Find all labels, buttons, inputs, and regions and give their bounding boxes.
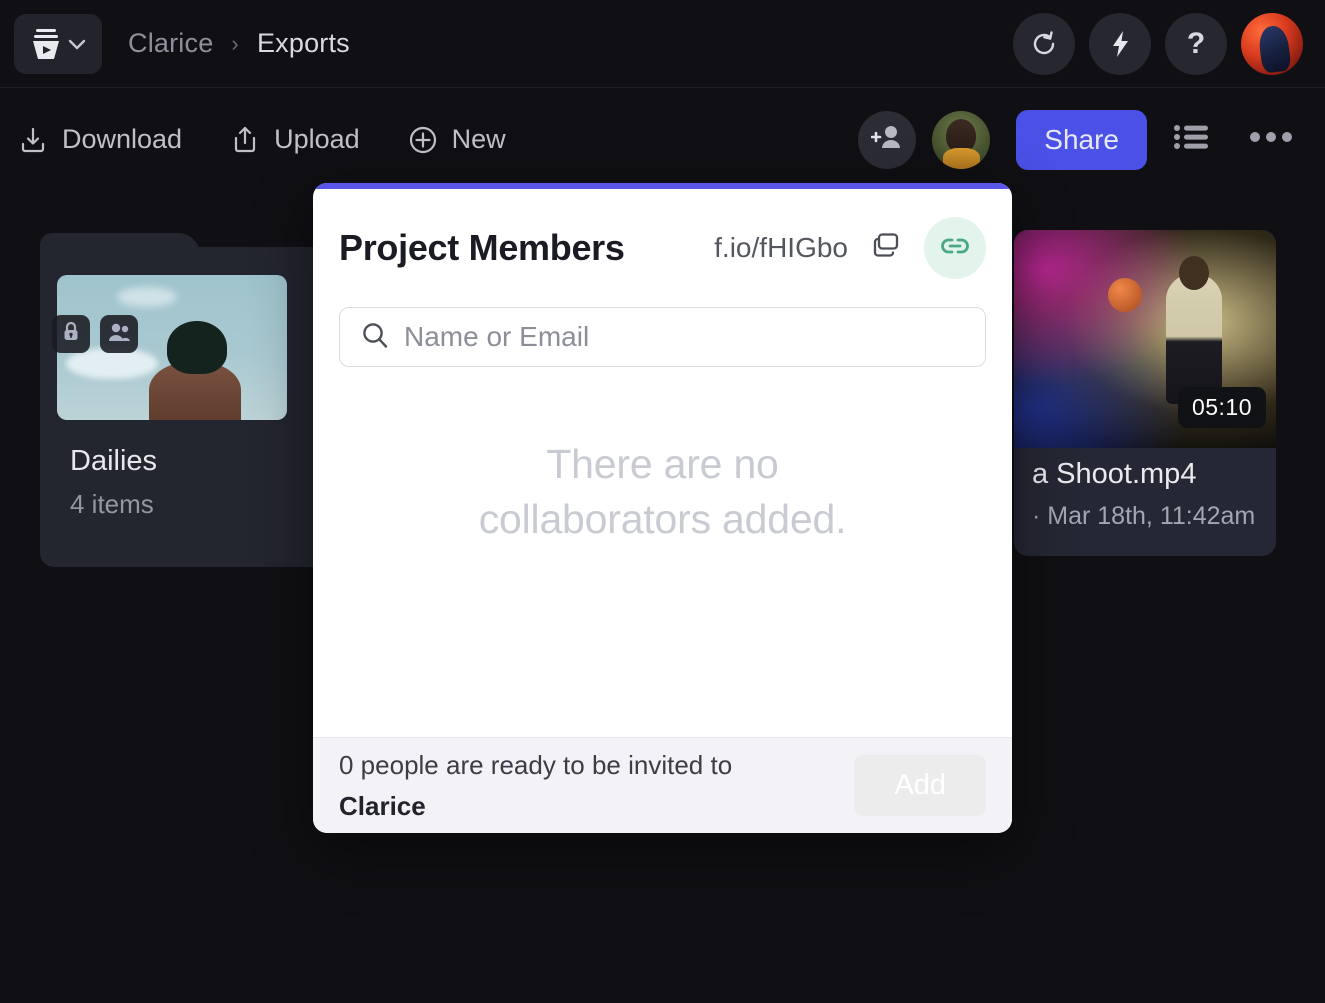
breadcrumb-parent[interactable]: Clarice bbox=[128, 28, 213, 59]
top-bar-actions: ? bbox=[1013, 13, 1303, 75]
collaborators-empty-state: There are no collaborators added. bbox=[313, 367, 1012, 737]
invite-summary: 0 people are ready to be invited to Clar… bbox=[339, 745, 732, 826]
new-button[interactable]: New bbox=[408, 124, 506, 155]
refresh-icon bbox=[1029, 29, 1059, 59]
upload-button[interactable]: Upload bbox=[230, 124, 360, 155]
lock-icon bbox=[61, 321, 81, 348]
project-members-dialog: Project Members f.io/fHIGbo bbox=[313, 183, 1012, 833]
folder-card-dailies[interactable]: Dailies 4 items bbox=[40, 247, 340, 567]
get-link-button[interactable] bbox=[924, 217, 986, 279]
dialog-header: Project Members f.io/fHIGbo bbox=[313, 189, 1012, 289]
people-icon bbox=[107, 322, 131, 347]
upload-icon bbox=[230, 125, 260, 155]
more-horizontal-icon bbox=[1249, 130, 1293, 149]
folder-badges bbox=[52, 315, 138, 353]
add-person-button[interactable] bbox=[858, 111, 916, 169]
copy-link-button[interactable] bbox=[870, 231, 902, 266]
lightning-button[interactable] bbox=[1089, 13, 1151, 75]
help-button[interactable]: ? bbox=[1165, 13, 1227, 75]
member-search-input[interactable] bbox=[404, 321, 965, 353]
folder-item-count: 4 items bbox=[70, 489, 154, 520]
download-label: Download bbox=[62, 124, 182, 155]
lightning-bolt-icon bbox=[1105, 29, 1135, 59]
search-icon bbox=[360, 320, 390, 355]
breadcrumb-current[interactable]: Exports bbox=[257, 28, 350, 59]
question-mark-icon: ? bbox=[1187, 29, 1205, 59]
video-meta: · Mar 18th, 11:42am bbox=[1032, 502, 1255, 531]
invite-summary-text: 0 people are ready to be invited to bbox=[339, 750, 732, 780]
add-person-icon bbox=[871, 123, 903, 156]
dialog-title: Project Members bbox=[339, 227, 625, 269]
more-options-button[interactable] bbox=[1239, 124, 1303, 155]
share-button[interactable]: Share bbox=[1016, 110, 1147, 170]
refresh-button[interactable] bbox=[1013, 13, 1075, 75]
frameio-logo-icon bbox=[30, 27, 62, 61]
member-search-row bbox=[313, 289, 1012, 367]
account-avatar[interactable] bbox=[1241, 13, 1303, 75]
download-icon bbox=[18, 125, 48, 155]
dialog-footer: 0 people are ready to be invited to Clar… bbox=[313, 737, 1012, 833]
new-label: New bbox=[452, 124, 506, 155]
copy-icon bbox=[870, 231, 902, 266]
video-card[interactable]: 05:10 a Shoot.mp4 · Mar 18th, 11:42am bbox=[1014, 230, 1276, 556]
breadcrumb: Clarice › Exports bbox=[128, 28, 350, 59]
members-badge[interactable] bbox=[100, 315, 138, 353]
breadcrumb-separator-icon: › bbox=[231, 31, 239, 57]
video-title: a Shoot.mp4 bbox=[1032, 458, 1196, 491]
member-search-box[interactable] bbox=[339, 307, 986, 367]
toolbar-right-group: Share bbox=[858, 110, 1303, 170]
list-view-button[interactable] bbox=[1163, 115, 1223, 164]
action-toolbar: Download Upload New bbox=[0, 89, 1325, 190]
lock-badge[interactable] bbox=[52, 315, 90, 353]
collaborator-avatar[interactable] bbox=[932, 111, 990, 169]
plus-circle-icon bbox=[408, 125, 438, 155]
chevron-down-icon bbox=[68, 38, 86, 50]
download-button[interactable]: Download bbox=[18, 124, 182, 155]
invite-project-name: Clarice bbox=[339, 786, 732, 826]
folder-title: Dailies bbox=[70, 445, 157, 478]
share-link-text: f.io/fHIGbo bbox=[714, 232, 848, 264]
list-view-icon bbox=[1173, 121, 1213, 158]
empty-state-text: There are no collaborators added. bbox=[428, 437, 898, 548]
app-logo-button[interactable] bbox=[14, 14, 102, 74]
top-bar: Clarice › Exports ? bbox=[0, 0, 1325, 88]
upload-label: Upload bbox=[274, 124, 360, 155]
video-duration-badge: 05:10 bbox=[1178, 387, 1266, 428]
link-icon bbox=[939, 230, 971, 267]
dialog-header-actions: f.io/fHIGbo bbox=[714, 217, 986, 279]
add-members-button[interactable]: Add bbox=[854, 755, 986, 816]
